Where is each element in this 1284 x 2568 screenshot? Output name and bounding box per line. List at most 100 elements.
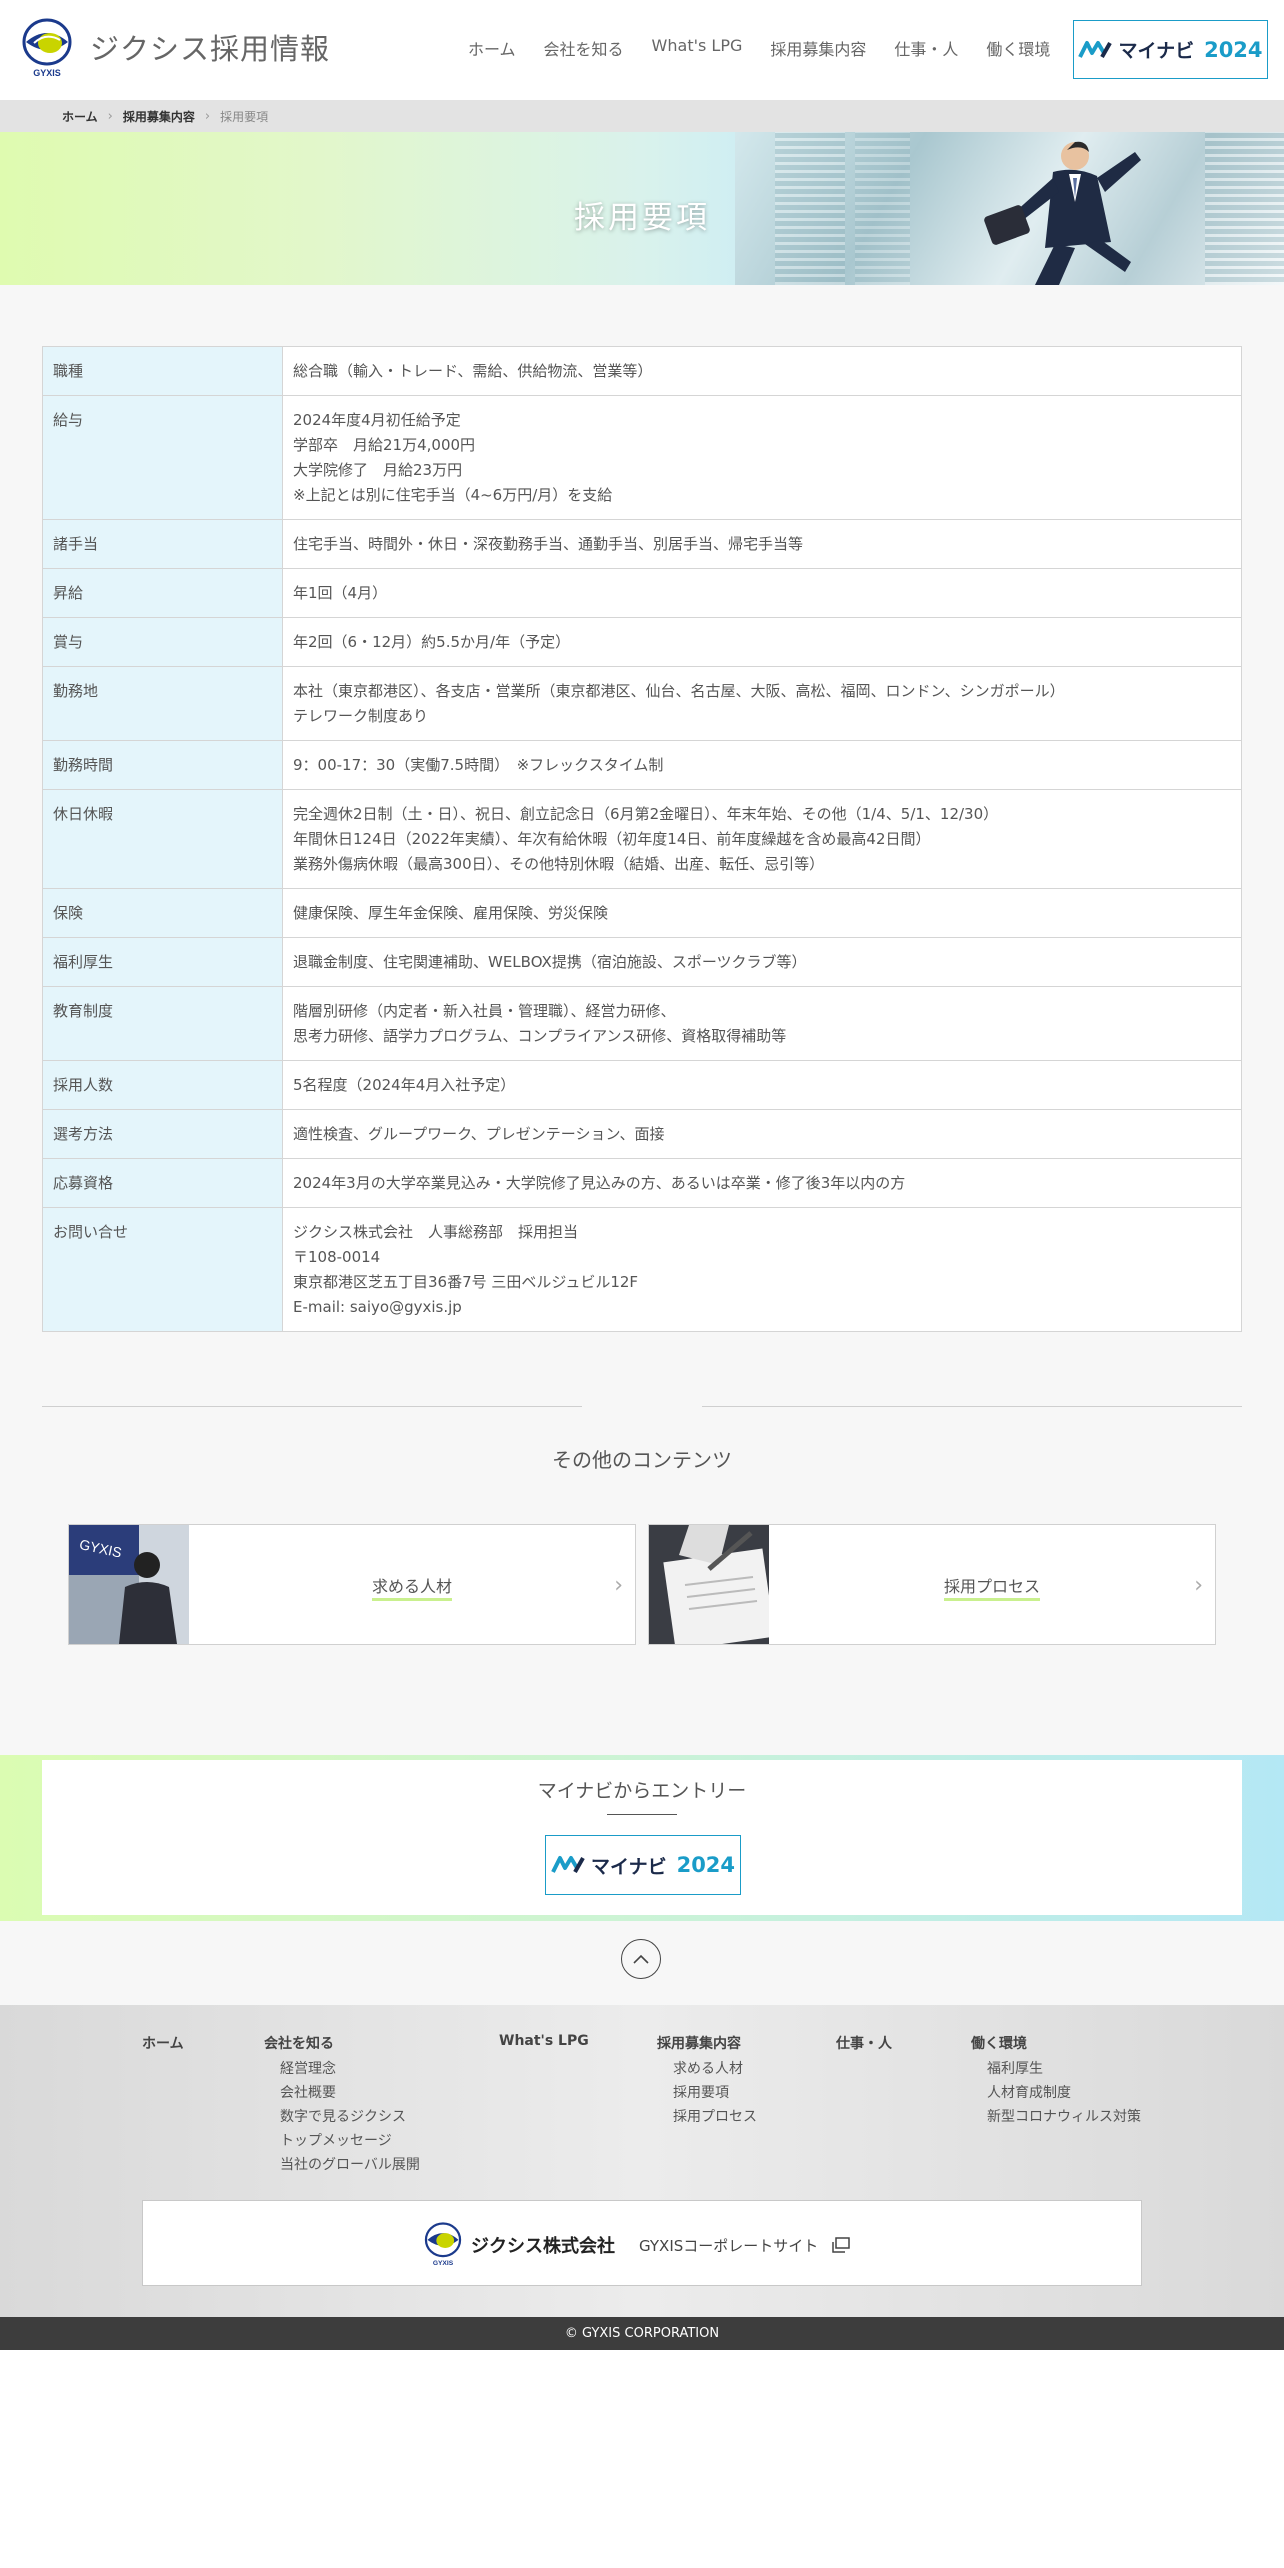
page-bottom-blank: [0, 2350, 1284, 2568]
table-row: 賞与 年2回（6・12月）約5.5か月/年（予定）: [42, 617, 1242, 667]
table-row: 選考方法 適性検査、グループワーク、プレゼンテーション、面接: [42, 1109, 1242, 1159]
footer-link-home[interactable]: ホーム: [142, 2033, 184, 2053]
table-row: 諸手当 住宅手当、時間外・休日・深夜勤務手当、通勤手当、別居手当、帰宅手当等: [42, 519, 1242, 569]
row-label: 賞与: [42, 617, 283, 667]
row-value: 退職金制度、住宅関連補助、WELBOX提携（宿泊施設、スポーツクラブ等）: [282, 937, 1242, 987]
divider-left: [42, 1406, 582, 1407]
nav-whats-lpg[interactable]: What's LPG: [652, 36, 743, 60]
nav-environment[interactable]: 働く環境: [986, 36, 1050, 60]
card-ideal-candidate[interactable]: GYXIS 求める人材 ›: [68, 1524, 636, 1645]
site-title[interactable]: ジクシス採用情報: [90, 26, 330, 68]
row-label: 休日休暇: [42, 789, 283, 889]
row-label: 諸手当: [42, 519, 283, 569]
mynavi-logo: マイナビ 2024: [1078, 36, 1263, 63]
row-value: ジクシス株式会社 人事総務部 採用担当 〒108-0014 東京都港区芝五丁目36番…: [282, 1207, 1242, 1332]
row-value: 適性検査、グループワーク、プレゼンテーション、面接: [282, 1109, 1242, 1159]
footer-link-global[interactable]: 当社のグローバル展開: [264, 2153, 420, 2177]
row-value-line: 完全週休2日制（土・日）、祝日、創立記念日（6月第2金曜日）、年末年始、その他（…: [293, 805, 999, 823]
row-value-line: 本社（東京都港区）、各支店・営業所（東京都港区、仙台、名古屋、大阪、高松、福岡、…: [293, 682, 1065, 700]
nav-work-people[interactable]: 仕事・人: [894, 36, 958, 60]
row-label: 福利厚生: [42, 937, 283, 987]
footer-link-process[interactable]: 採用プロセス: [657, 2105, 757, 2129]
other-contents-title: その他のコンテンツ: [552, 1448, 732, 1472]
row-value: 9：00-17：30（実働7.5時間） ※フレックスタイム制: [282, 740, 1242, 790]
footer-link-whats-lpg[interactable]: What's LPG: [499, 2033, 589, 2049]
mynavi-text: マイナビ: [590, 1855, 667, 1878]
row-value-line: 思考力研修、語学力プログラム、コンプライアンス研修、資格取得補助等: [293, 1027, 787, 1045]
row-label: 勤務時間: [42, 740, 283, 790]
row-value-line: 退職金制度、住宅関連補助、WELBOX提携（宿泊施設、スポーツクラブ等）: [293, 953, 807, 971]
row-value-line: 階層別研修（内定者・新入社員・管理職）、経営力研修、: [293, 1002, 676, 1020]
footer-link-requirements[interactable]: 採用要項: [657, 2081, 757, 2105]
footer-col-home: ホーム: [142, 2033, 184, 2057]
row-value: 本社（東京都港区）、各支店・営業所（東京都港区、仙台、名古屋、大阪、高松、福岡、…: [282, 666, 1242, 741]
corporate-site-link[interactable]: GYXIS ジクシス株式会社 GYXISコーポレートサイト: [142, 2200, 1142, 2286]
card-recruit-process[interactable]: 採用プロセス ›: [648, 1524, 1216, 1645]
row-label: お問い合せ: [42, 1207, 283, 1332]
entry-title: マイナビからエントリー: [537, 1780, 747, 1802]
page-hero: 採用要項: [0, 132, 1284, 285]
row-value-line: 9：00-17：30（実働7.5時間） ※フレックスタイム制: [293, 756, 664, 774]
footer-link-covid[interactable]: 新型コロナウィルス対策: [971, 2105, 1141, 2129]
row-label: 採用人数: [42, 1060, 283, 1110]
footer-link-ideal-candidate[interactable]: 求める人材: [657, 2057, 757, 2081]
corp-link-label: GYXISコーポレートサイト: [639, 2236, 819, 2255]
footer-link-overview[interactable]: 会社概要: [264, 2081, 420, 2105]
mynavi-text: マイナビ: [1118, 40, 1195, 62]
entry-box: マイナビからエントリー マイナビ 2024: [42, 1760, 1242, 1915]
page-title: 採用要項: [574, 200, 710, 236]
footer-link-top-message[interactable]: トップメッセージ: [264, 2129, 420, 2153]
nav-home[interactable]: ホーム: [468, 36, 516, 60]
footer-link-company[interactable]: 会社を知る: [264, 2033, 420, 2053]
footer-link-environment[interactable]: 働く環境: [971, 2033, 1141, 2053]
footer-col-recruit: 採用募集内容 求める人材 採用要項 採用プロセス: [657, 2033, 757, 2129]
gyxis-logo: GYXIS: [424, 2222, 462, 2267]
card-thumb-person-image: GYXIS: [69, 1525, 189, 1644]
table-row: 保険 健康保険、厚生年金保険、雇用保険、労災保険: [42, 888, 1242, 938]
mynavi-entry-button[interactable]: マイナビ 2024: [1073, 20, 1268, 79]
row-value-line: 業務外傷病休暇（最高300日）、その他特別休暇（結婚、出産、転任、忌引等）: [293, 855, 825, 873]
gyxis-logo[interactable]: GYXIS: [20, 18, 74, 80]
breadcrumb: ホーム › 採用募集内容 › 採用要項: [0, 100, 1284, 132]
corp-name: ジクシス株式会社: [471, 2236, 615, 2257]
row-value: 年2回（6・12月）約5.5か月/年（予定）: [282, 617, 1242, 667]
footer-link-welfare[interactable]: 福利厚生: [971, 2057, 1141, 2081]
row-value: 完全週休2日制（土・日）、祝日、創立記念日（6月第2金曜日）、年末年始、その他（…: [282, 789, 1242, 889]
footer-link-training[interactable]: 人材育成制度: [971, 2081, 1141, 2105]
table-row: 勤務時間 9：00-17：30（実働7.5時間） ※フレックスタイム制: [42, 740, 1242, 790]
svg-text:GYXIS: GYXIS: [433, 2260, 454, 2267]
card-label: 採用プロセス: [943, 1577, 1040, 1601]
row-label: 選考方法: [42, 1109, 283, 1159]
site-footer: ホーム 会社を知る 経営理念 会社概要 数字で見るジクシス トップメッセージ 当…: [0, 2005, 1284, 2317]
row-label: 給与: [42, 395, 283, 520]
breadcrumb-home[interactable]: ホーム: [62, 108, 98, 125]
mynavi-year: 2024: [676, 1853, 736, 1877]
row-value: 年1回（4月）: [282, 568, 1242, 618]
card-thumb-document-image: [649, 1525, 769, 1644]
row-value-line: 5名程度（2024年4月入社予定）: [293, 1076, 516, 1094]
chevron-up-icon: [633, 1954, 649, 1964]
footer-link-recruitment[interactable]: 採用募集内容: [657, 2033, 757, 2053]
row-label: 保険: [42, 888, 283, 938]
breadcrumb-parent[interactable]: 採用募集内容: [123, 108, 195, 125]
mynavi-entry-button-large[interactable]: マイナビ 2024: [545, 1835, 741, 1895]
row-value: 総合職（輸入・トレード、需給、供給物流、営業等）: [282, 346, 1242, 396]
footer-col-environment: 働く環境 福利厚生 人材育成制度 新型コロナウィルス対策: [971, 2033, 1141, 2129]
requirements-table: 職種 総合職（輸入・トレード、需給、供給物流、営業等） 給与 2024年度4月初任給予…: [42, 346, 1242, 1332]
row-value-line: テレワーク制度あり: [293, 707, 429, 725]
row-value: 2024年3月の大学卒業見込み・大学院修了見込みの方、あるいは卒業・修了後3年以…: [282, 1158, 1242, 1208]
footer-col-work: 仕事・人: [836, 2033, 892, 2057]
footer-link-philosophy[interactable]: 経営理念: [264, 2057, 420, 2081]
footer-link-numbers[interactable]: 数字で見るジクシス: [264, 2105, 420, 2129]
footer-link-work-people[interactable]: 仕事・人: [836, 2033, 892, 2053]
page-top-button[interactable]: [621, 1939, 661, 1979]
row-value-line: 2024年3月の大学卒業見込み・大学院修了見込みの方、あるいは卒業・修了後3年以…: [293, 1174, 906, 1192]
mynavi-mark-icon: [1078, 40, 1113, 58]
entry-rule: [607, 1814, 677, 1815]
copyright: © GYXIS CORPORATION: [0, 2317, 1284, 2350]
nav-company[interactable]: 会社を知る: [544, 36, 624, 60]
global-nav: ホーム 会社を知る What's LPG 採用募集内容 仕事・人 働く環境: [468, 36, 1078, 60]
nav-recruitment[interactable]: 採用募集内容: [770, 36, 866, 60]
card-label: 求める人材: [371, 1577, 452, 1601]
row-value: 2024年度4月初任給予定 学部卒 月給21万4,000円 大学院修了 月給23万円…: [282, 395, 1242, 520]
